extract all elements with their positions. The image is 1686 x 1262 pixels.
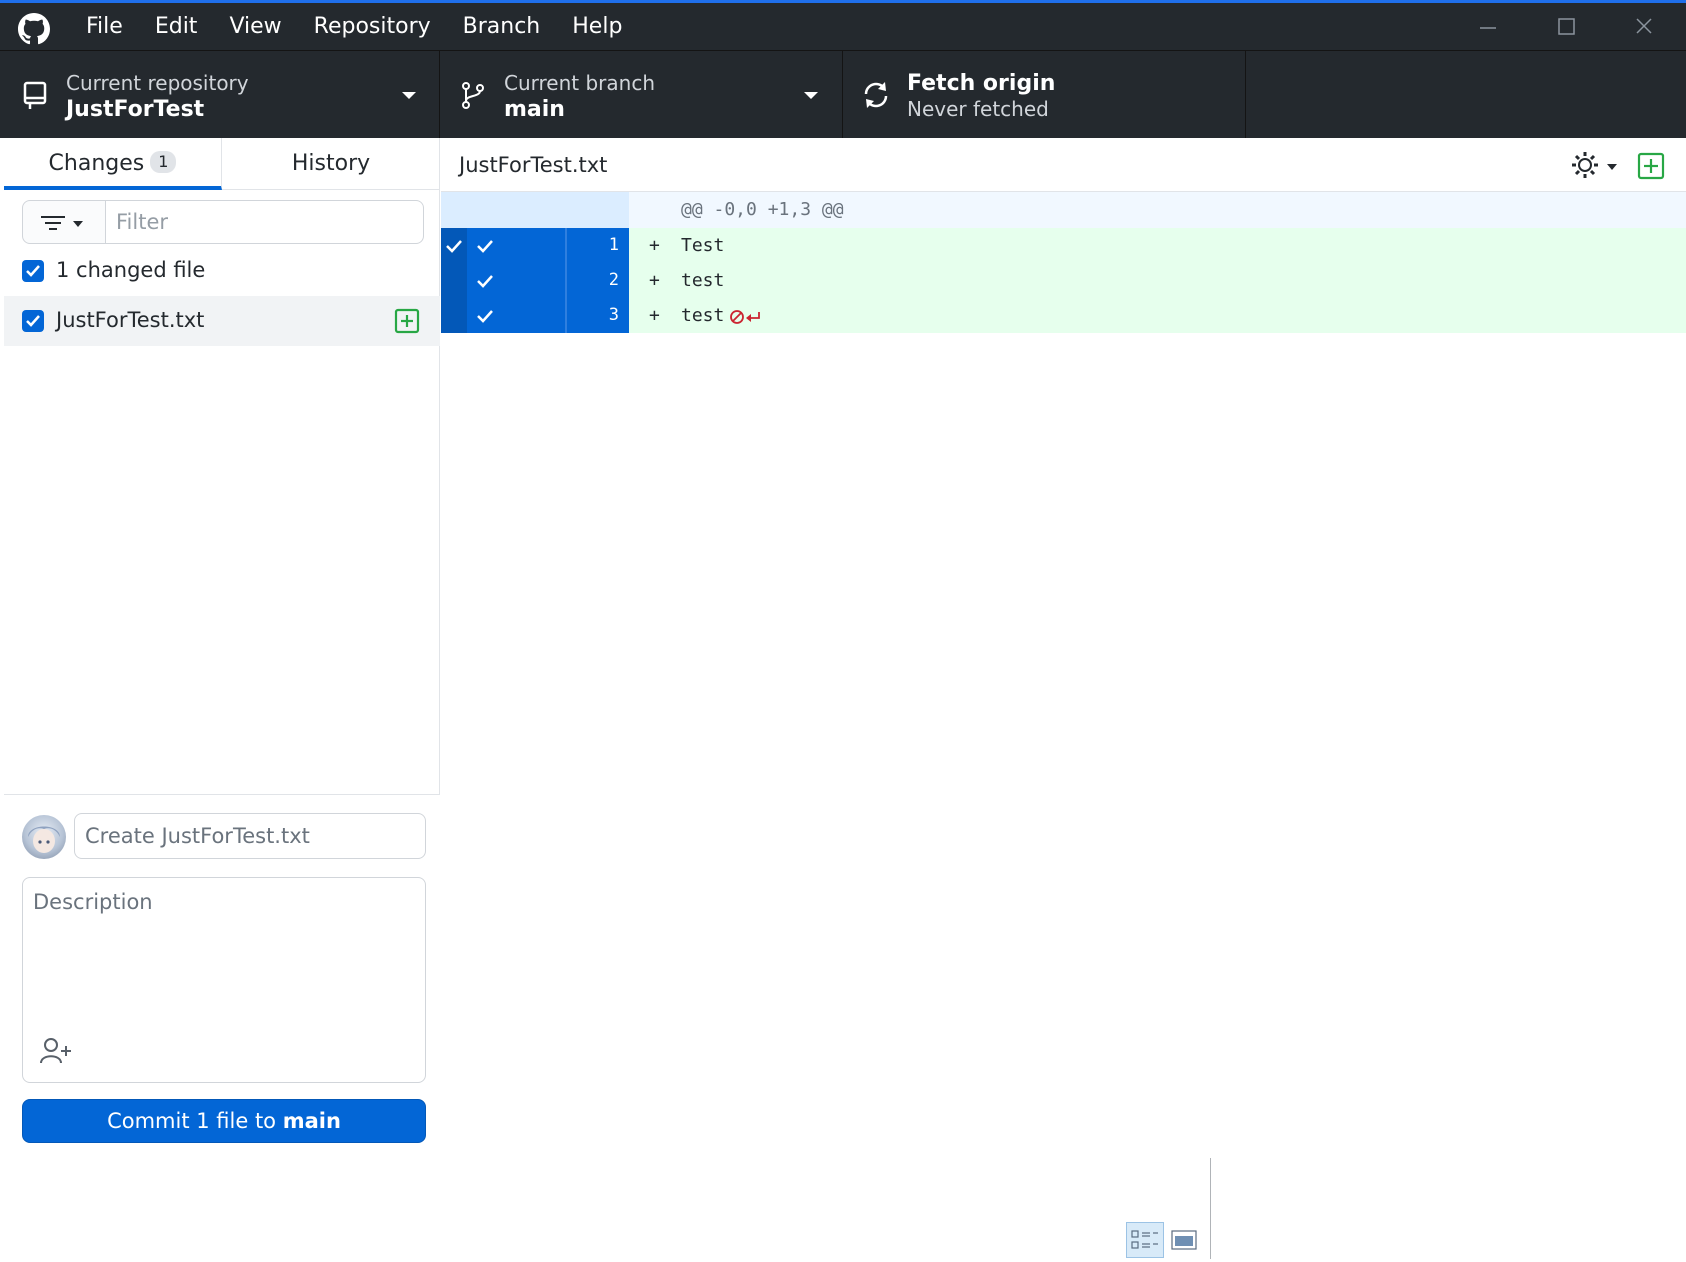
changes-count-badge: 1 [150,151,177,173]
changes-sidebar: Changes1 History 1 changed file [4,138,440,1156]
filter-icon [41,216,83,230]
diff-header: JustForTest.txt [441,138,1686,192]
no-newline-icon [730,310,760,324]
changed-file-name: JustForTest.txt [56,308,205,332]
diff-marker: + [649,270,660,291]
select-all-checkbox[interactable] [22,260,44,282]
menu-branch[interactable]: Branch [447,3,557,50]
line-gutter[interactable]: 1 [441,228,629,263]
current-repository-button[interactable]: Current repository JustForTest [4,51,440,139]
commit-summary-input[interactable] [74,813,426,859]
diff-line[interactable]: 2 + test [441,263,1686,298]
diff-file-path: JustForTest.txt [459,153,608,177]
toolbar: Current repository JustForTest Current b… [0,50,1686,139]
diff-code: Test [681,235,725,256]
commit-form: Commit 1 file to main [4,794,440,1156]
close-icon[interactable] [1620,9,1668,45]
menu-file[interactable]: File [70,3,139,50]
maximize-icon[interactable] [1542,9,1590,45]
current-branch-label: Current branch [504,71,655,95]
select-all-row: 1 changed file [4,250,440,294]
commit-description-input[interactable] [23,878,425,1028]
file-include-checkbox[interactable] [22,310,44,332]
menu-view[interactable]: View [213,3,297,50]
hunk-header: @@ -0,0 +1,3 @@ [681,199,844,220]
add-coauthor-icon[interactable] [39,1036,73,1066]
check-icon [446,240,462,253]
filter-options-button[interactable] [22,200,106,244]
diff-code: test [681,305,725,326]
gutter-separator [565,298,567,333]
tab-changes-label: Changes [48,151,145,176]
minimize-icon[interactable] [1464,9,1512,45]
hunk-select-handle[interactable] [441,228,467,333]
hunk-header-row: @@ -0,0 +1,3 @@ [441,192,1686,228]
commit-button[interactable]: Commit 1 file to main [22,1099,426,1143]
diff-line[interactable]: 1 + Test [441,228,1686,263]
line-number: 3 [608,305,619,325]
line-number: 1 [608,235,619,255]
diff-marker: + [649,305,660,326]
github-desktop-window: File Edit View Repository Branch Help Cu… [0,0,1686,1259]
avatar-image-icon [28,826,60,853]
current-branch-name: main [504,97,565,122]
menu-repository[interactable]: Repository [298,3,447,50]
divider [1210,1158,1211,1259]
check-icon [26,265,40,277]
git-branch-icon [462,82,484,109]
menu-edit[interactable]: Edit [139,3,214,50]
file-added-icon [1637,152,1665,180]
diff-marker: + [649,235,660,256]
gutter-separator [565,228,567,263]
tab-changes[interactable]: Changes 1 [4,138,222,190]
changed-file-item[interactable]: JustForTest.txt [4,296,440,346]
menu-bar: File Edit View Repository Branch Help [70,3,638,50]
filter-input[interactable] [106,200,424,244]
line-number: 2 [608,270,619,290]
fetch-origin-label: Fetch origin [907,71,1056,96]
check-icon [477,275,493,288]
tab-history[interactable]: History [222,138,440,190]
gutter-separator [565,263,567,298]
commit-description-box [22,877,426,1083]
check-icon [477,240,493,253]
check-icon [26,315,40,327]
commit-button-branch: main [282,1109,341,1133]
github-logo-icon [18,13,50,45]
sync-icon [864,82,888,108]
line-gutter[interactable]: 2 [441,263,629,298]
commit-button-prefix: Commit 1 file to [107,1109,283,1133]
avatar [22,815,66,859]
diff-line[interactable]: 3 + test [441,298,1686,333]
preview-view-icon[interactable] [1170,1228,1198,1252]
file-added-icon [394,308,420,334]
diff-code: test [681,270,725,291]
list-view-button[interactable] [1126,1222,1164,1258]
filter-row [22,200,426,244]
title-bar: File Edit View Repository Branch Help [0,0,1686,50]
line-gutter[interactable]: 3 [441,298,629,333]
repository-icon [23,81,47,109]
menu-help[interactable]: Help [556,3,638,50]
chevron-down-icon [402,92,416,99]
changed-files-count: 1 changed file [56,258,206,282]
chevron-down-icon [804,92,818,99]
current-repository-name: JustForTest [66,97,205,122]
sidebar-tabs: Changes 1 History [4,138,440,190]
check-icon [477,310,493,323]
list-view-icon [1131,1230,1158,1249]
hunk-header-gutter [441,192,629,228]
current-branch-button[interactable]: Current branch main [440,51,843,139]
gear-icon[interactable] [1571,150,1621,180]
fetch-status: Never fetched [907,97,1049,121]
current-repository-label: Current repository [66,71,249,95]
fetch-origin-button[interactable]: Fetch origin Never fetched [843,51,1246,139]
